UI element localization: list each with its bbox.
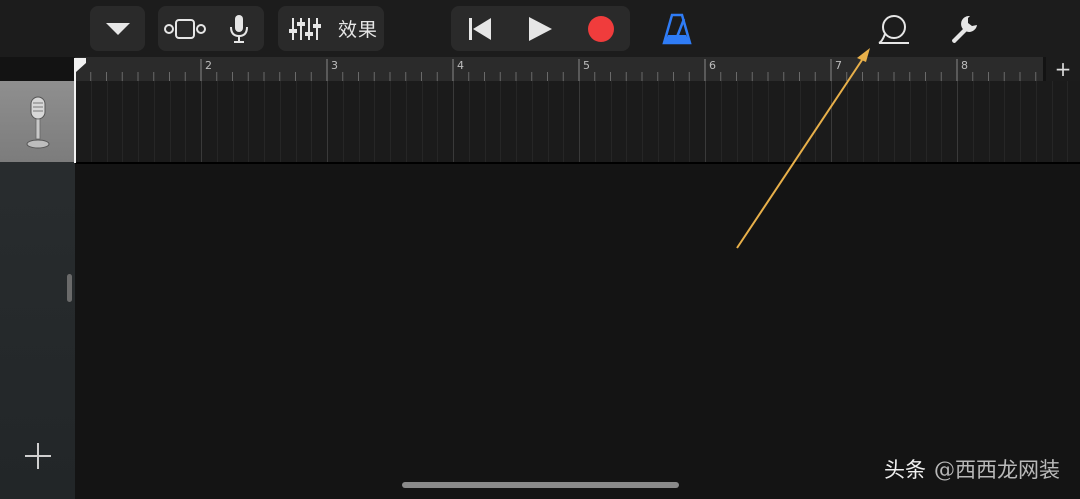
watermark-seal: @西西龙网装 [934,458,1060,482]
home-indicator[interactable] [402,482,679,488]
annotation-arrow [736,48,870,249]
watermark-brand: 头条 [884,458,926,482]
watermark: 头条 @西西龙网装 [884,452,1060,486]
